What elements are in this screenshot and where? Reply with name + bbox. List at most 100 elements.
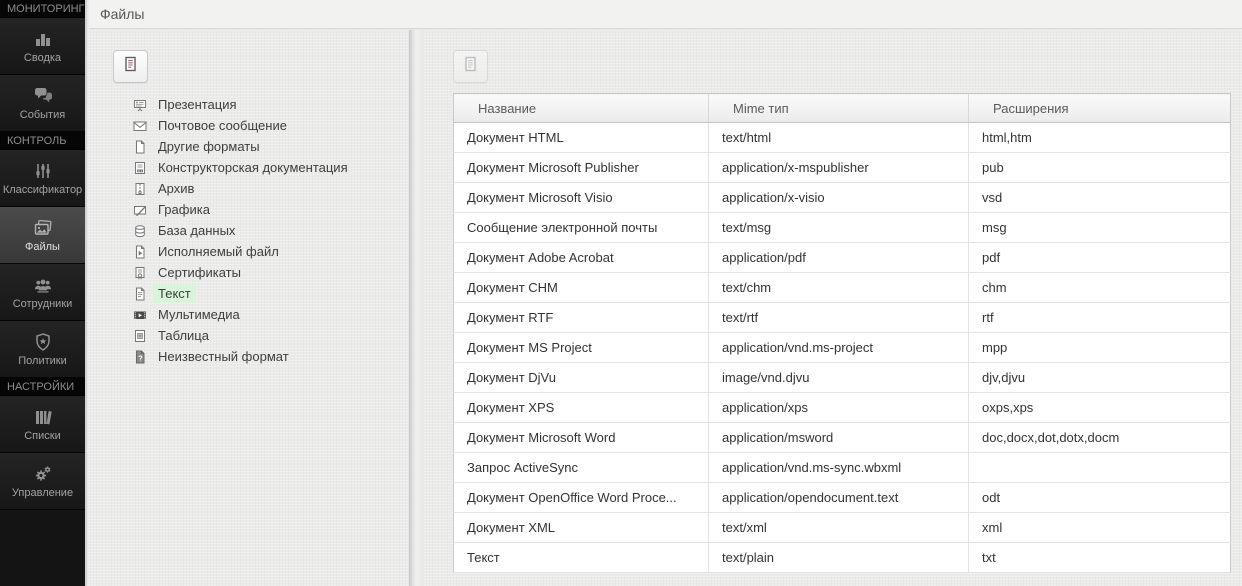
sidebar-item-employees[interactable]: Сотрудники <box>0 264 85 321</box>
table-report-button-disabled[interactable] <box>453 50 488 83</box>
cell-ext: html,htm <box>969 123 1231 153</box>
tree-item-text[interactable]: Текст <box>133 283 409 304</box>
cell-name: Документ XML <box>454 513 709 543</box>
tree-item-graphics[interactable]: Графика <box>133 199 409 220</box>
cell-mime: application/opendocument.text <box>709 483 969 513</box>
sidebar-item-summary[interactable]: Сводка <box>0 18 85 75</box>
tree-item-design-docs[interactable]: Конструкторская документация <box>133 157 409 178</box>
table-row[interactable]: Сообщение электронной почтыtext/msgmsg <box>454 213 1231 243</box>
cell-name: Документ Adobe Acrobat <box>454 243 709 273</box>
file-category-tree: Презентация Почтовое сообщение Другие фо… <box>133 94 409 367</box>
tree-item-unknown-format[interactable]: ? Неизвестный формат <box>133 346 409 367</box>
table-row[interactable]: Текстtext/plaintxt <box>454 543 1231 573</box>
unknown-document-icon: ? <box>133 350 147 364</box>
sidebar-item-events[interactable]: События <box>0 75 85 132</box>
tree-item-certificates[interactable]: Сертификаты <box>133 262 409 283</box>
sliders-icon <box>33 161 53 181</box>
cell-mime: text/chm <box>709 273 969 303</box>
tree-item-database[interactable]: База данных <box>133 220 409 241</box>
people-icon <box>33 275 53 295</box>
tree-item-label: Сертификаты <box>153 264 246 282</box>
blank-document-icon <box>133 140 147 154</box>
table-row[interactable]: Документ XPSapplication/xpsoxps,xps <box>454 393 1231 423</box>
table-row[interactable]: Документ MS Projectapplication/vnd.ms-pr… <box>454 333 1231 363</box>
cell-ext: vsd <box>969 183 1231 213</box>
table-row[interactable]: Документ Microsoft Wordapplication/mswor… <box>454 423 1231 453</box>
cell-ext: msg <box>969 213 1231 243</box>
sidebar-item-classifier[interactable]: Классификатор <box>0 150 85 207</box>
archive-icon <box>133 182 147 196</box>
table-row[interactable]: Документ DjVuimage/vnd.djvudjv,djvu <box>454 363 1231 393</box>
cell-ext: oxps,xps <box>969 393 1231 423</box>
cell-name: Документ HTML <box>454 123 709 153</box>
tree-item-label: Презентация <box>153 96 242 114</box>
tree-item-label: Другие форматы <box>153 138 265 156</box>
table-row[interactable]: Документ Adobe Acrobatapplication/pdfpdf <box>454 243 1231 273</box>
svg-text:?: ? <box>138 353 143 362</box>
sidebar-item-label: Сводка <box>24 52 61 64</box>
cell-mime: text/rtf <box>709 303 969 333</box>
table-header-row: Название Mime тип Расширения <box>454 94 1231 123</box>
tree-report-button[interactable] <box>113 50 148 83</box>
tree-item-label: Исполняемый файл <box>153 243 284 261</box>
tree-panel: Презентация Почтовое сообщение Другие фо… <box>89 30 409 586</box>
cell-mime: application/xps <box>709 393 969 423</box>
cell-name: Документ CHM <box>454 273 709 303</box>
cell-mime: application/x-visio <box>709 183 969 213</box>
main-panel: Название Mime тип Расширения Документ HT… <box>424 30 1242 586</box>
column-header-extensions[interactable]: Расширения <box>969 94 1231 123</box>
tree-item-table[interactable]: Таблица <box>133 325 409 346</box>
tree-item-label: Архив <box>153 180 199 198</box>
sidebar-item-management[interactable]: Управление <box>0 453 85 510</box>
sidebar-item-files[interactable]: Файлы <box>0 207 85 264</box>
sidebar-section-settings: НАСТРОЙКИ <box>0 378 85 396</box>
gears-icon <box>33 464 53 484</box>
graphics-icon <box>133 203 147 217</box>
table-row[interactable]: Документ OpenOffice Word Proce...applica… <box>454 483 1231 513</box>
table-document-icon <box>133 329 147 343</box>
table-row[interactable]: Документ Microsoft Publisherapplication/… <box>454 153 1231 183</box>
tree-item-label: Текст <box>153 285 196 303</box>
cell-name: Документ DjVu <box>454 363 709 393</box>
column-header-name[interactable]: Название <box>454 94 709 123</box>
cell-ext: odt <box>969 483 1231 513</box>
report-document-icon <box>123 56 138 77</box>
cell-mime: application/x-mspublisher <box>709 153 969 183</box>
cell-ext: djv,djvu <box>969 363 1231 393</box>
sidebar-item-policies[interactable]: Политики <box>0 321 85 378</box>
table-row[interactable]: Документ RTFtext/rtfrtf <box>454 303 1231 333</box>
cell-ext: pub <box>969 153 1231 183</box>
tree-item-executable[interactable]: Исполняемый файл <box>133 241 409 262</box>
table-row[interactable]: Документ Microsoft Visioapplication/x-vi… <box>454 183 1231 213</box>
cell-ext: chm <box>969 273 1231 303</box>
cell-mime: application/vnd.ms-project <box>709 333 969 363</box>
table-row[interactable]: Документ HTMLtext/htmlhtml,htm <box>454 123 1231 153</box>
title-bar: Файлы <box>89 0 1242 29</box>
table-row[interactable]: Документ CHMtext/chmchm <box>454 273 1231 303</box>
tree-item-mail-message[interactable]: Почтовое сообщение <box>133 115 409 136</box>
tree-item-label: Почтовое сообщение <box>153 117 292 135</box>
cell-ext: mpp <box>969 333 1231 363</box>
tree-item-label: Таблица <box>153 327 214 345</box>
table-row[interactable]: Документ XMLtext/xmlxml <box>454 513 1231 543</box>
cell-name: Документ Microsoft Visio <box>454 183 709 213</box>
tree-item-label: Графика <box>153 201 215 219</box>
cell-mime: application/pdf <box>709 243 969 273</box>
bar-chart-icon <box>33 29 53 49</box>
table-row[interactable]: Запрос ActiveSyncapplication/vnd.ms-sync… <box>454 453 1231 483</box>
tree-item-multimedia[interactable]: Мультимедиа <box>133 304 409 325</box>
tree-item-other-formats[interactable]: Другие форматы <box>133 136 409 157</box>
sidebar-item-label: Политики <box>18 355 67 367</box>
chat-bubbles-icon <box>33 86 53 106</box>
tree-item-archive[interactable]: Архив <box>133 178 409 199</box>
sidebar-item-label: События <box>20 109 65 121</box>
tree-item-presentation[interactable]: Презентация <box>133 94 409 115</box>
mime-types-table: Название Mime тип Расширения Документ HT… <box>453 93 1231 573</box>
sidebar-item-lists[interactable]: Списки <box>0 396 85 453</box>
panel-splitter[interactable] <box>409 30 424 586</box>
column-header-mime[interactable]: Mime тип <box>709 94 969 123</box>
cell-name: Документ XPS <box>454 393 709 423</box>
certificate-icon <box>133 266 147 280</box>
sidebar-item-label: Файлы <box>25 241 60 253</box>
cell-mime: application/vnd.ms-sync.wbxml <box>709 453 969 483</box>
